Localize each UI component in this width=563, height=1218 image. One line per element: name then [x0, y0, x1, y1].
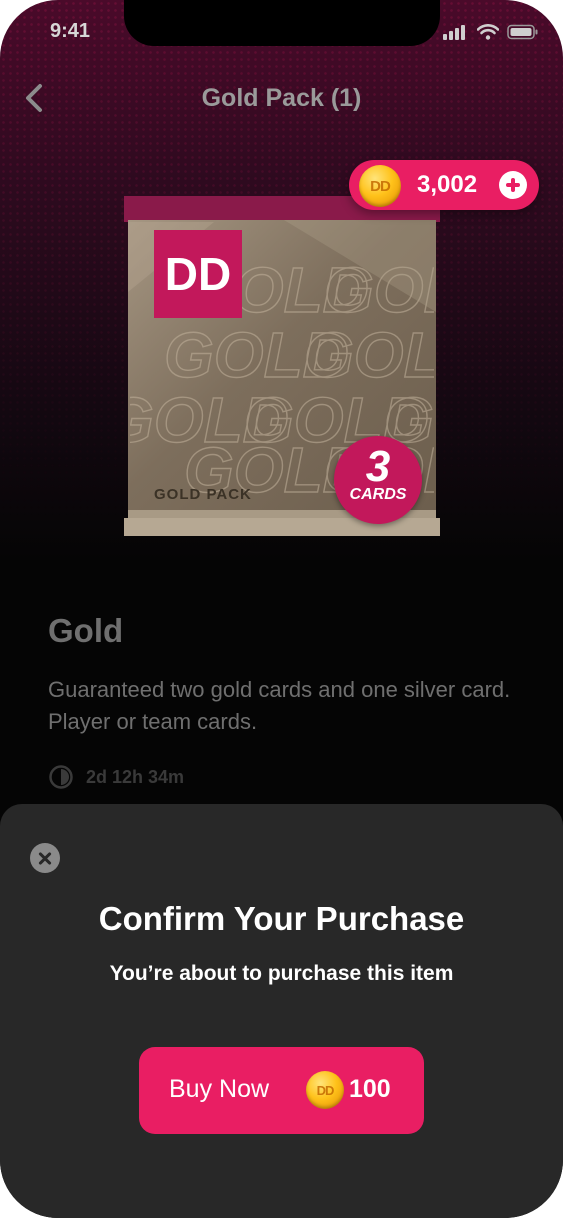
status-icons: [443, 24, 539, 40]
cards-count-badge: 3 CARDS: [334, 436, 422, 524]
close-icon[interactable]: [30, 843, 60, 873]
buy-now-label: Buy Now: [169, 1075, 270, 1103]
buy-now-button[interactable]: Buy Now DD 100: [139, 1047, 424, 1134]
confirm-purchase-sheet: [0, 804, 563, 1218]
cards-label: CARDS: [349, 486, 407, 503]
pack-label: GOLD PACK: [154, 486, 252, 503]
buy-price: 100: [349, 1075, 391, 1103]
cards-count: 3: [365, 442, 391, 491]
item-description: Guaranteed two gold cards and one silver…: [48, 677, 511, 734]
phone-screen: 9:41 Gold Pack (1) GOLD GO GOLD GOL OLD …: [0, 0, 563, 1218]
time-remaining-text: 2d 12h 34m: [86, 766, 185, 787]
coin-icon: DD: [359, 165, 401, 207]
item-name: Gold: [48, 612, 124, 649]
page-title: Gold Pack (1): [201, 84, 362, 112]
pack-pattern-text: GOLD: [304, 319, 440, 391]
balance-amount: 3,002: [417, 171, 478, 198]
dialog-subtitle: You’re about to purchase this item: [109, 962, 454, 985]
coin-balance[interactable]: DD 3,002: [349, 160, 539, 210]
dialog-title: Confirm Your Purchase: [98, 900, 465, 937]
add-coins-plus-icon[interactable]: [499, 171, 527, 199]
wifi-icon: [477, 24, 499, 40]
status-time: 9:41: [50, 20, 91, 42]
time-remaining: 2d 12h 34m: [48, 764, 184, 790]
cellular-signal-icon: [443, 25, 465, 40]
clock-icon: [49, 765, 73, 789]
coin-icon: DD: [306, 1071, 344, 1109]
device-notch: [124, 0, 440, 46]
battery-icon: [507, 24, 538, 40]
pack-logo: DD: [165, 248, 231, 300]
